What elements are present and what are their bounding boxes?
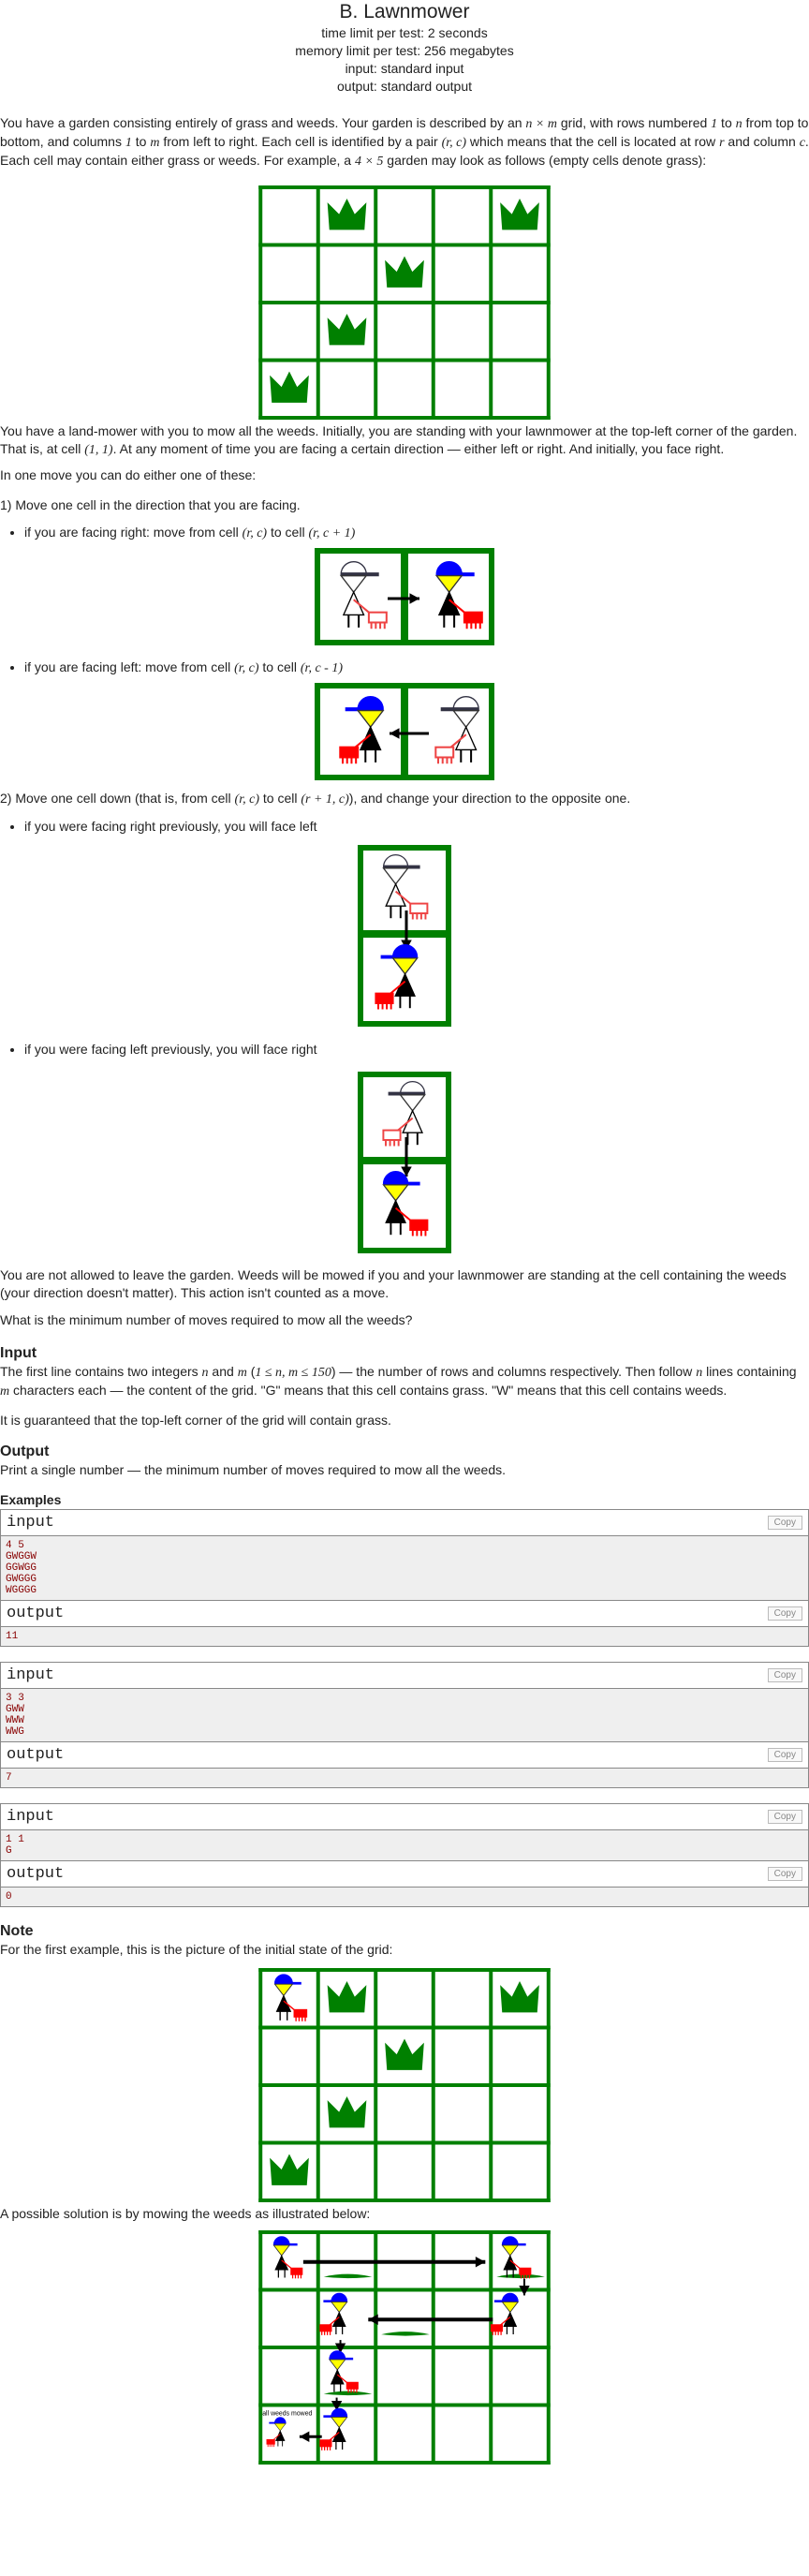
solution-figure: all weeds mowed bbox=[258, 2230, 551, 2465]
statement-paragraph: In one move you can do either one of the… bbox=[0, 467, 257, 482]
sample-input: 3 3 GWW WWW WWG bbox=[1, 1689, 808, 1741]
copy-button[interactable]: Copy bbox=[767, 1516, 802, 1530]
input-label: input bbox=[7, 1808, 55, 1826]
input-label: input bbox=[7, 1666, 55, 1684]
list-item: if you are facing left: move from cell (… bbox=[24, 659, 809, 677]
copy-button[interactable]: Copy bbox=[767, 1606, 802, 1621]
move-left-figure bbox=[315, 683, 494, 780]
output-label: output bbox=[7, 1746, 65, 1764]
problem-title: B. Lawnmower bbox=[339, 1, 470, 22]
input-paragraph: It is guaranteed that the top-left corne… bbox=[0, 1413, 391, 1428]
move-right-figure bbox=[315, 548, 494, 645]
initial-state-figure bbox=[258, 1968, 551, 2202]
examples-title: Examples bbox=[0, 1492, 62, 1507]
note-paragraph: A possible solution is by mowing the wee… bbox=[0, 2206, 371, 2221]
move-down-right-figure bbox=[358, 1072, 451, 1253]
copy-button[interactable]: Copy bbox=[767, 1748, 802, 1762]
problem-header: B. Lawnmower time limit per test: 2 seco… bbox=[0, 0, 809, 96]
annotation-text: all weeds mowed bbox=[262, 2410, 312, 2417]
output-label: output bbox=[7, 1605, 65, 1622]
garden-grid-figure bbox=[258, 185, 551, 420]
sample-output: 11 bbox=[1, 1627, 808, 1646]
statement-paragraph: 2) Move one cell down (that is, from cel… bbox=[0, 791, 631, 807]
statement-paragraph: You have a garden consisting entirely of… bbox=[0, 115, 809, 169]
sample-input: 4 5 GWGGW GGWGG GWGGG WGGGG bbox=[1, 1536, 808, 1600]
input-label: input bbox=[7, 1514, 55, 1532]
input-file: input: standard input bbox=[345, 61, 464, 76]
list-item: if you were facing right previously, you… bbox=[24, 818, 809, 836]
move-down-left-figure bbox=[358, 845, 451, 1027]
output-label: output bbox=[7, 1865, 65, 1883]
memory-limit: memory limit per test: 256 megabytes bbox=[295, 43, 514, 58]
sample-output: 7 bbox=[1, 1769, 808, 1787]
statement-paragraph: What is the minimum number of moves requ… bbox=[0, 1312, 413, 1327]
note-title: Note bbox=[0, 1923, 34, 1939]
copy-button[interactable]: Copy bbox=[767, 1810, 802, 1824]
example-test-2: input Copy 3 3 GWW WWW WWG output Copy 7 bbox=[0, 1662, 809, 1788]
output-section-title: Output bbox=[0, 1443, 50, 1459]
statement-paragraph: 1) Move one cell in the direction that y… bbox=[0, 497, 301, 512]
example-test-3: input Copy 1 1 G output Copy 0 bbox=[0, 1803, 809, 1907]
statement-paragraph: You have a land-mower with you to mow al… bbox=[0, 423, 798, 457]
input-section-title: Input bbox=[0, 1345, 37, 1361]
output-file: output: standard output bbox=[337, 79, 472, 94]
note-paragraph: For the first example, this is the pictu… bbox=[0, 1942, 393, 1957]
statement-paragraph: You are not allowed to leave the garden.… bbox=[0, 1267, 787, 1300]
time-limit: time limit per test: 2 seconds bbox=[321, 25, 488, 40]
copy-button[interactable]: Copy bbox=[767, 1668, 802, 1682]
sample-input: 1 1 G bbox=[1, 1830, 808, 1860]
copy-button[interactable]: Copy bbox=[767, 1867, 802, 1881]
sample-output: 0 bbox=[1, 1888, 808, 1906]
input-paragraph: The first line contains two integers n a… bbox=[0, 1364, 797, 1399]
list-item: if you were facing left previously, you … bbox=[24, 1041, 809, 1059]
example-test-1: input Copy 4 5 GWGGW GGWGG GWGGG WGGGG ou… bbox=[0, 1509, 809, 1647]
list-item: if you are facing right: move from cell … bbox=[24, 524, 809, 542]
output-paragraph: Print a single number — the minimum numb… bbox=[0, 1462, 507, 1477]
